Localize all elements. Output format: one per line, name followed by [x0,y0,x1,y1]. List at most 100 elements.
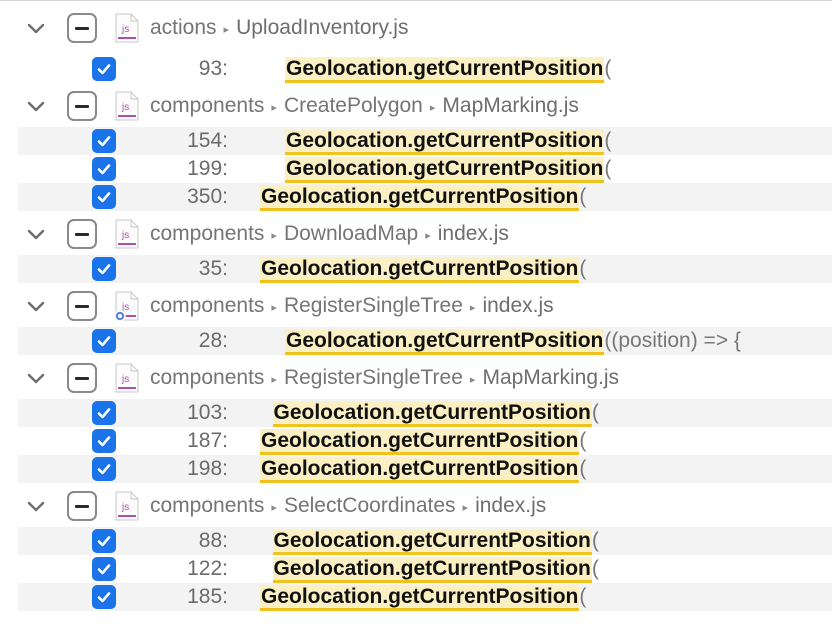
match-row[interactable]: 103: Geolocation.getCurrentPosition( [18,399,832,427]
code-rest: ( [604,129,612,152]
code-snippet: Geolocation.getCurrentPosition( [285,129,612,155]
match-checkbox[interactable] [92,557,116,581]
match-row[interactable]: 187: Geolocation.getCurrentPosition( [18,427,832,455]
line-number: 198: [187,457,228,480]
match-highlight: Geolocation.getCurrentPosition [260,185,580,211]
code-snippet: Geolocation.getCurrentPosition( [285,157,612,183]
chevron-down-icon[interactable] [26,496,46,516]
folder-name: components [150,94,265,117]
match-highlight: Geolocation.getCurrentPosition [285,329,605,355]
match-checkbox[interactable] [92,457,116,481]
folder-name: components [150,366,265,389]
chevron-down-icon[interactable] [26,224,46,244]
code-rest: ( [591,401,599,424]
group-select-checkbox[interactable] [67,219,97,249]
file-path: components ▸ SelectCoordinates ▸ index.js [150,494,546,518]
js-file-icon: js [114,363,140,393]
match-checkbox[interactable] [92,157,116,181]
match-row[interactable]: 35: Geolocation.getCurrentPosition( [18,255,832,283]
code-snippet: Geolocation.getCurrentPosition( [260,457,586,483]
match-row[interactable]: 154: Geolocation.getCurrentPosition( [18,127,832,155]
chevron-down-icon[interactable] [26,96,46,116]
svg-text:js: js [121,502,129,513]
code-snippet: Geolocation.getCurrentPosition( [260,585,587,611]
file-group-header[interactable]: js components ▸ RegisterSingleTree ▸ MapMarki… [0,361,832,395]
match-highlight: Geolocation.getCurrentPosition [272,557,592,583]
path-separator-icon: ▸ [271,101,277,114]
match-checkbox[interactable] [92,329,116,353]
file-group-header[interactable]: js components ▸ DownloadMap ▸ index.js [0,217,832,251]
match-row[interactable]: 88: Geolocation.getCurrentPosition( [18,527,832,555]
svg-text:js: js [121,24,129,35]
line-number: 199: [187,157,228,180]
match-highlight: Geolocation.getCurrentPosition [260,257,580,283]
path-separator-icon: ▸ [271,373,277,386]
file-name: index.js [482,294,554,317]
file-path: components ▸ DownloadMap ▸ index.js [150,222,509,246]
match-checkbox[interactable] [92,185,116,209]
file-path: components ▸ CreatePolygon ▸ MapMarking.js [150,94,579,118]
match-checkbox[interactable] [92,585,116,609]
code-rest: ( [579,429,587,452]
file-group-header[interactable]: js actions ▸ UploadInventory.js [0,11,832,45]
match-row[interactable]: 350: Geolocation.getCurrentPosition( [18,183,832,211]
code-snippet: Geolocation.getCurrentPosition( [260,257,586,283]
js-file-modified-icon: js [114,291,140,322]
svg-text:js: js [121,230,129,241]
match-highlight: Geolocation.getCurrentPosition [260,429,580,455]
group-select-checkbox[interactable] [67,13,97,43]
path-separator-icon: ▸ [469,301,476,314]
match-row[interactable]: 185: Geolocation.getCurrentPosition( [18,583,832,611]
match-checkbox[interactable] [92,529,116,553]
file-path: components ▸ RegisterSingleTree ▸ MapMarking… [150,366,619,390]
file-group-header[interactable]: js components ▸ SelectCoordinates ▸ index.js [0,489,832,523]
file-name: UploadInventory.js [236,16,409,39]
group-select-checkbox[interactable] [67,91,97,121]
code-rest: ( [591,529,599,552]
folder-name: DownloadMap [283,222,419,245]
code-snippet: Geolocation.getCurrentPosition( [260,429,587,455]
file-group-header[interactable]: js components ▸ CreatePolygon ▸ MapMarking.js [0,89,832,123]
path-separator-icon: ▸ [271,501,277,514]
group-select-checkbox[interactable] [67,363,97,393]
line-number: 187: [187,429,228,452]
path-separator-icon: ▸ [462,501,469,514]
match-checkbox[interactable] [92,257,116,281]
code-rest: ( [604,57,612,80]
chevron-down-icon[interactable] [26,296,46,316]
match-row[interactable]: 198: Geolocation.getCurrentPosition( [18,455,832,483]
code-rest: ( [579,585,587,608]
match-row[interactable]: 199: Geolocation.getCurrentPosition( [18,155,832,183]
code-rest: ( [604,157,612,180]
js-file-icon: js [114,219,140,249]
minus-icon [75,376,89,380]
group-select-checkbox[interactable] [67,491,97,521]
file-name: MapMarking.js [482,366,619,389]
file-name: index.js [437,222,509,245]
file-group-header[interactable]: js components ▸ RegisterSingleTree ▸ index.js [0,289,832,323]
match-row[interactable]: 93: Geolocation.getCurrentPosition( [18,55,832,83]
folder-name: components [150,494,265,517]
line-number: 35: [198,257,228,280]
match-highlight: Geolocation.getCurrentPosition [285,57,605,83]
minus-icon [75,26,89,30]
file-path: actions ▸ UploadInventory.js [150,16,408,40]
match-checkbox[interactable] [92,129,116,153]
minus-icon [75,232,89,236]
match-checkbox[interactable] [92,57,116,81]
chevron-down-icon[interactable] [26,18,46,38]
line-number: 88: [198,529,228,552]
match-highlight: Geolocation.getCurrentPosition [260,457,580,483]
chevron-down-icon[interactable] [26,368,46,388]
group-select-checkbox[interactable] [67,291,97,321]
line-number: 28: [198,329,228,352]
js-file-icon: js [114,91,140,121]
file-path: components ▸ RegisterSingleTree ▸ index.js [150,294,554,318]
match-checkbox[interactable] [92,429,116,453]
code-snippet: Geolocation.getCurrentPosition( [272,401,599,427]
match-row[interactable]: 122: Geolocation.getCurrentPosition( [18,555,832,583]
js-file-icon: js [114,491,140,521]
path-separator-icon: ▸ [469,373,476,386]
match-checkbox[interactable] [92,401,116,425]
match-row[interactable]: 28: Geolocation.getCurrentPosition((posit… [18,327,832,355]
